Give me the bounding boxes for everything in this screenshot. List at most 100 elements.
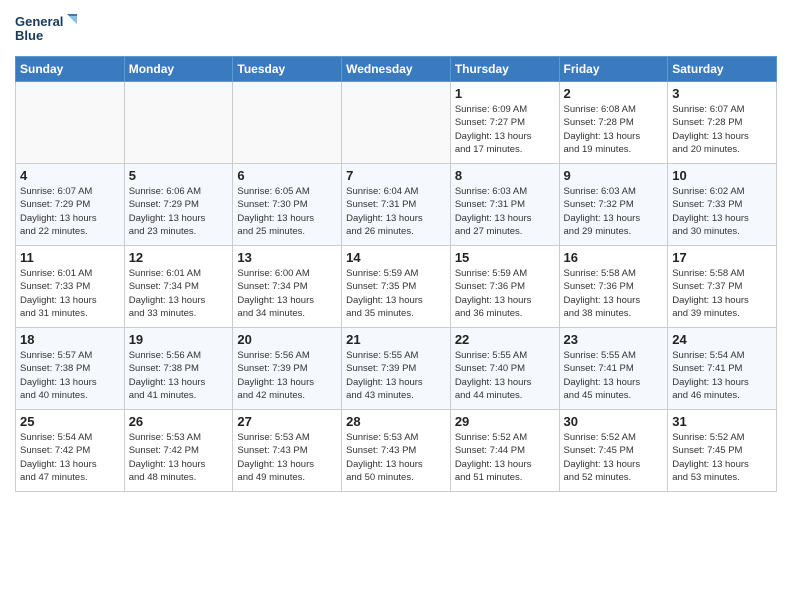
- weekday-header: Saturday: [668, 57, 777, 82]
- day-info: Sunrise: 6:04 AMSunset: 7:31 PMDaylight:…: [346, 185, 446, 238]
- day-info: Sunrise: 6:06 AMSunset: 7:29 PMDaylight:…: [129, 185, 229, 238]
- day-number: 16: [564, 250, 664, 265]
- svg-text:Blue: Blue: [15, 28, 43, 43]
- day-number: 22: [455, 332, 555, 347]
- day-info: Sunrise: 5:58 AMSunset: 7:36 PMDaylight:…: [564, 267, 664, 320]
- calendar-cell: [233, 82, 342, 164]
- day-info: Sunrise: 5:56 AMSunset: 7:39 PMDaylight:…: [237, 349, 337, 402]
- calendar-week-row: 4Sunrise: 6:07 AMSunset: 7:29 PMDaylight…: [16, 164, 777, 246]
- calendar-cell: 30 Sunrise: 5:52 AMSunset: 7:45 PMDayligh…: [559, 410, 668, 492]
- calendar-cell: 12 Sunrise: 6:01 AMSunset: 7:34 PMDayligh…: [124, 246, 233, 328]
- day-number: 12: [129, 250, 229, 265]
- day-info: Sunrise: 6:03 AMSunset: 7:31 PMDaylight:…: [455, 185, 555, 238]
- calendar-cell: 8 Sunrise: 6:03 AMSunset: 7:31 PMDaylight…: [450, 164, 559, 246]
- day-number: 31: [672, 414, 772, 429]
- calendar-cell: 29 Sunrise: 5:52 AMSunset: 7:44 PMDayligh…: [450, 410, 559, 492]
- day-number: 24: [672, 332, 772, 347]
- day-number: 2: [564, 86, 664, 101]
- logo-svg: General Blue: [15, 10, 85, 50]
- calendar-cell: [342, 82, 451, 164]
- day-number: 26: [129, 414, 229, 429]
- day-number: 28: [346, 414, 446, 429]
- calendar-cell: 25Sunrise: 5:54 AMSunset: 7:42 PMDayligh…: [16, 410, 125, 492]
- calendar-cell: 19Sunrise: 5:56 AMSunset: 7:38 PMDayligh…: [124, 328, 233, 410]
- calendar-cell: 22Sunrise: 5:55 AMSunset: 7:40 PMDayligh…: [450, 328, 559, 410]
- calendar-cell: 10 Sunrise: 6:02 AMSunset: 7:33 PMDayligh…: [668, 164, 777, 246]
- svg-text:General: General: [15, 14, 63, 29]
- day-info: Sunrise: 5:55 AMSunset: 7:39 PMDaylight:…: [346, 349, 446, 402]
- header: General Blue: [15, 10, 777, 50]
- day-number: 3: [672, 86, 772, 101]
- day-number: 4: [20, 168, 120, 183]
- calendar-week-row: 25Sunrise: 5:54 AMSunset: 7:42 PMDayligh…: [16, 410, 777, 492]
- day-number: 29: [455, 414, 555, 429]
- calendar-cell: 14Sunrise: 5:59 AMSunset: 7:35 PMDayligh…: [342, 246, 451, 328]
- calendar-cell: 3 Sunrise: 6:07 AMSunset: 7:28 PMDaylight…: [668, 82, 777, 164]
- day-info: Sunrise: 6:07 AMSunset: 7:28 PMDaylight:…: [672, 103, 772, 156]
- day-info: Sunrise: 6:01 AMSunset: 7:33 PMDaylight:…: [20, 267, 120, 320]
- calendar-cell: 1 Sunrise: 6:09 AMSunset: 7:27 PMDaylight…: [450, 82, 559, 164]
- calendar-cell: 28 Sunrise: 5:53 AMSunset: 7:43 PMDayligh…: [342, 410, 451, 492]
- day-number: 27: [237, 414, 337, 429]
- day-number: 1: [455, 86, 555, 101]
- calendar-cell: 16 Sunrise: 5:58 AMSunset: 7:36 PMDayligh…: [559, 246, 668, 328]
- day-number: 20: [237, 332, 337, 347]
- day-info: Sunrise: 5:58 AMSunset: 7:37 PMDaylight:…: [672, 267, 772, 320]
- calendar-cell: 24 Sunrise: 5:54 AMSunset: 7:41 PMDayligh…: [668, 328, 777, 410]
- day-info: Sunrise: 5:54 AMSunset: 7:41 PMDaylight:…: [672, 349, 772, 402]
- day-info: Sunrise: 6:01 AMSunset: 7:34 PMDaylight:…: [129, 267, 229, 320]
- day-number: 21: [346, 332, 446, 347]
- calendar-cell: 23 Sunrise: 5:55 AMSunset: 7:41 PMDayligh…: [559, 328, 668, 410]
- day-number: 23: [564, 332, 664, 347]
- calendar-cell: 9 Sunrise: 6:03 AMSunset: 7:32 PMDaylight…: [559, 164, 668, 246]
- day-info: Sunrise: 6:08 AMSunset: 7:28 PMDaylight:…: [564, 103, 664, 156]
- calendar-week-row: 1 Sunrise: 6:09 AMSunset: 7:27 PMDaylight…: [16, 82, 777, 164]
- weekday-header: Sunday: [16, 57, 125, 82]
- day-info: Sunrise: 5:52 AMSunset: 7:45 PMDaylight:…: [564, 431, 664, 484]
- day-info: Sunrise: 6:09 AMSunset: 7:27 PMDaylight:…: [455, 103, 555, 156]
- day-number: 8: [455, 168, 555, 183]
- weekday-header: Tuesday: [233, 57, 342, 82]
- calendar-cell: [16, 82, 125, 164]
- day-number: 6: [237, 168, 337, 183]
- calendar-cell: 5Sunrise: 6:06 AMSunset: 7:29 PMDaylight…: [124, 164, 233, 246]
- weekday-header: Wednesday: [342, 57, 451, 82]
- calendar-cell: 26 Sunrise: 5:53 AMSunset: 7:42 PMDayligh…: [124, 410, 233, 492]
- day-number: 19: [129, 332, 229, 347]
- day-info: Sunrise: 5:53 AMSunset: 7:43 PMDaylight:…: [346, 431, 446, 484]
- logo: General Blue: [15, 10, 85, 50]
- weekday-header: Friday: [559, 57, 668, 82]
- calendar-cell: 4Sunrise: 6:07 AMSunset: 7:29 PMDaylight…: [16, 164, 125, 246]
- calendar-cell: 20 Sunrise: 5:56 AMSunset: 7:39 PMDayligh…: [233, 328, 342, 410]
- day-number: 25: [20, 414, 120, 429]
- day-info: Sunrise: 6:03 AMSunset: 7:32 PMDaylight:…: [564, 185, 664, 238]
- calendar-cell: 13Sunrise: 6:00 AMSunset: 7:34 PMDayligh…: [233, 246, 342, 328]
- calendar-cell: 17Sunrise: 5:58 AMSunset: 7:37 PMDayligh…: [668, 246, 777, 328]
- day-info: Sunrise: 5:53 AMSunset: 7:43 PMDaylight:…: [237, 431, 337, 484]
- day-number: 30: [564, 414, 664, 429]
- day-info: Sunrise: 5:59 AMSunset: 7:36 PMDaylight:…: [455, 267, 555, 320]
- day-number: 10: [672, 168, 772, 183]
- weekday-header: Monday: [124, 57, 233, 82]
- calendar-cell: 7 Sunrise: 6:04 AMSunset: 7:31 PMDaylight…: [342, 164, 451, 246]
- day-number: 11: [20, 250, 120, 265]
- day-info: Sunrise: 5:57 AMSunset: 7:38 PMDaylight:…: [20, 349, 120, 402]
- calendar-cell: 6 Sunrise: 6:05 AMSunset: 7:30 PMDaylight…: [233, 164, 342, 246]
- day-number: 18: [20, 332, 120, 347]
- calendar-cell: 27 Sunrise: 5:53 AMSunset: 7:43 PMDayligh…: [233, 410, 342, 492]
- day-info: Sunrise: 6:05 AMSunset: 7:30 PMDaylight:…: [237, 185, 337, 238]
- day-info: Sunrise: 5:52 AMSunset: 7:44 PMDaylight:…: [455, 431, 555, 484]
- day-info: Sunrise: 6:02 AMSunset: 7:33 PMDaylight:…: [672, 185, 772, 238]
- page-container: General Blue SundayMondayTuesdayWednesda…: [0, 0, 792, 502]
- day-number: 7: [346, 168, 446, 183]
- day-number: 15: [455, 250, 555, 265]
- calendar-cell: 15 Sunrise: 5:59 AMSunset: 7:36 PMDayligh…: [450, 246, 559, 328]
- calendar-week-row: 11 Sunrise: 6:01 AMSunset: 7:33 PMDayligh…: [16, 246, 777, 328]
- weekday-header-row: SundayMondayTuesdayWednesdayThursdayFrid…: [16, 57, 777, 82]
- day-number: 9: [564, 168, 664, 183]
- day-info: Sunrise: 5:55 AMSunset: 7:41 PMDaylight:…: [564, 349, 664, 402]
- day-info: Sunrise: 5:52 AMSunset: 7:45 PMDaylight:…: [672, 431, 772, 484]
- calendar-cell: 11 Sunrise: 6:01 AMSunset: 7:33 PMDayligh…: [16, 246, 125, 328]
- day-info: Sunrise: 5:53 AMSunset: 7:42 PMDaylight:…: [129, 431, 229, 484]
- calendar-cell: [124, 82, 233, 164]
